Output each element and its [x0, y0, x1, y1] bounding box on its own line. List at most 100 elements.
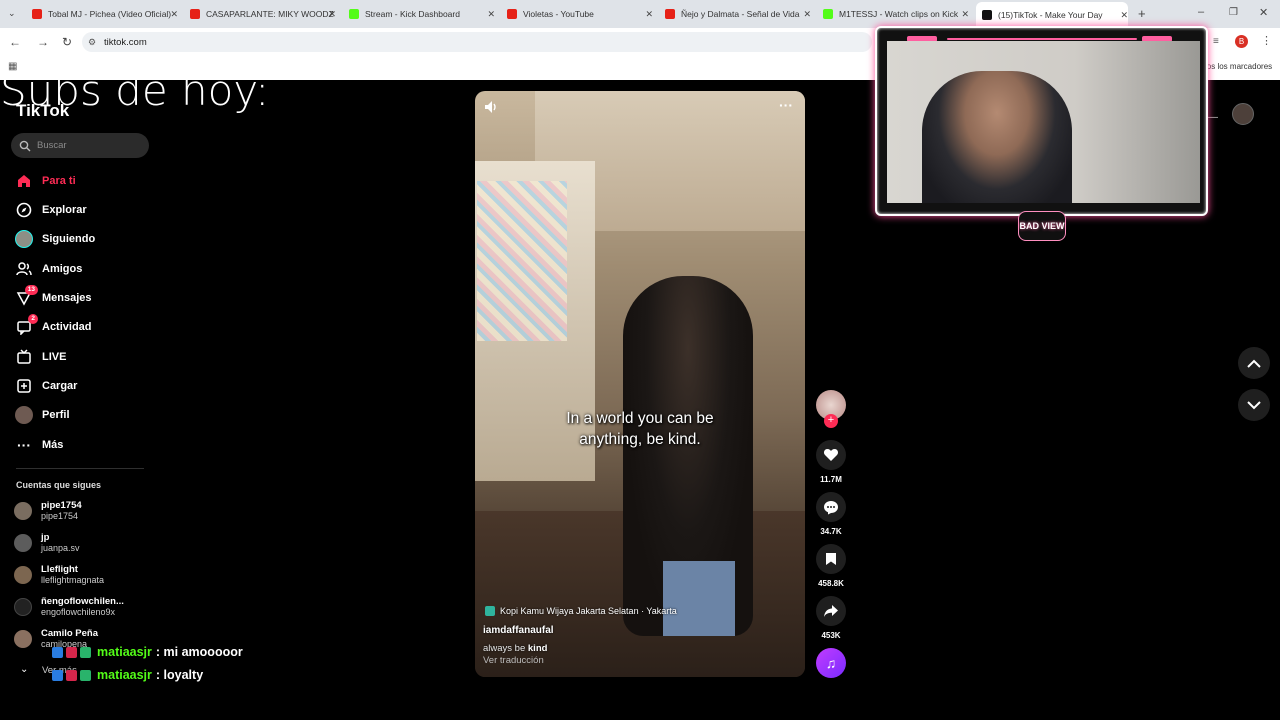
maximize-icon[interactable]: ❐ [1229, 7, 1238, 18]
avatar [14, 566, 32, 584]
video-frame [663, 561, 735, 636]
reload-icon[interactable]: ↻ [57, 35, 77, 49]
chevron-up-icon [1247, 359, 1261, 368]
messages-icon: 13 [14, 285, 38, 308]
browser-tab[interactable]: Stream - Kick Dashboard ✕ [349, 4, 495, 24]
browser-tab[interactable]: Ñejo y Dalmata - Señal de Vida ✕ [665, 4, 811, 24]
avatar [14, 630, 32, 648]
nav-item-mas[interactable]: ··· Más [14, 434, 63, 456]
toolbar-right: ≡ B ⋮ los los marcadores [1205, 28, 1280, 80]
nav-item-perfil[interactable]: Perfil [14, 404, 70, 426]
close-tab-icon[interactable]: ✕ [803, 9, 811, 20]
browser-tab[interactable]: CASAPARLANTE: MIKY WOODZ ✕ [190, 4, 336, 24]
location-tag[interactable]: Kopi Kamu Wijaya Jakarta Selatan · Yakar… [485, 606, 677, 616]
close-window-icon[interactable]: ✕ [1259, 6, 1268, 19]
tab-search-icon[interactable]: ⌄ [8, 8, 16, 19]
nav-item-siguiendo[interactable]: Siguiendo [14, 228, 95, 250]
chevron-down-icon [1247, 400, 1261, 409]
save-button[interactable]: 458.8K [816, 544, 846, 588]
nav-item-live[interactable]: LIVE [14, 346, 66, 368]
site-info-icon[interactable]: ⚙ [88, 37, 96, 48]
webcam-person [922, 71, 1072, 203]
kick-icon [823, 9, 833, 19]
frame-decoration [947, 38, 1137, 40]
youtube-icon [665, 9, 675, 19]
nav-item-explorar[interactable]: Explorar [14, 199, 87, 221]
following-account[interactable]: ñengoflowchilen... engoflowchileno9x [14, 596, 124, 618]
youtube-icon [507, 9, 517, 19]
avatar [14, 534, 32, 552]
account-handle: engoflowchileno9x [41, 607, 116, 617]
badge-icon [52, 646, 63, 658]
notification-badge: 2 [28, 314, 38, 324]
previous-video-button[interactable] [1238, 347, 1270, 379]
hashtag-text[interactable]: kind [528, 643, 548, 654]
next-video-button[interactable] [1238, 389, 1270, 421]
close-tab-icon[interactable]: ✕ [170, 9, 178, 20]
nav-label: Explorar [42, 204, 87, 216]
browser-menu-icon[interactable]: ⋮ [1261, 34, 1272, 47]
tab-media-icon[interactable]: ≡ [1213, 36, 1219, 47]
avatar [14, 598, 32, 616]
search-placeholder: Buscar [37, 140, 67, 151]
close-tab-icon[interactable]: ✕ [328, 9, 336, 20]
browser-tab-bar: ⌄ Tobal MJ - Pichea (Video Oficial) ✕ CAS… [0, 0, 1280, 28]
comment-count: 34.7K [820, 527, 842, 536]
close-tab-icon[interactable]: ✕ [645, 9, 653, 20]
close-tab-icon[interactable]: ✕ [961, 9, 969, 20]
nav-label: Siguiendo [42, 233, 96, 245]
nav-item-para-ti[interactable]: Para ti [14, 170, 76, 192]
nav-item-cargar[interactable]: Cargar [14, 375, 77, 397]
close-tab-icon[interactable]: ✕ [1120, 10, 1128, 21]
nav-item-amigos[interactable]: Amigos [14, 258, 82, 280]
author-avatar[interactable]: + [816, 390, 846, 428]
profile-avatar[interactable]: B [1235, 35, 1248, 48]
like-button[interactable]: 11.7M [816, 440, 846, 484]
chat-username: matiaasjr [97, 645, 152, 659]
share-button[interactable]: 453K [816, 596, 846, 640]
nav-item-actividad[interactable]: 2 Actividad [14, 314, 92, 338]
following-section-title: Cuentas que sigues [16, 480, 102, 490]
all-bookmarks-label[interactable]: los los marcadores [1205, 62, 1272, 71]
heart-icon [816, 440, 846, 470]
nav-item-mensajes[interactable]: 13 Mensajes [14, 285, 92, 309]
webcam-video [887, 41, 1200, 203]
comment-icon [816, 492, 846, 522]
search-input[interactable]: Buscar [11, 133, 149, 158]
browser-tab-active[interactable]: (15)TikTok - Make Your Day ✕ [976, 2, 1128, 28]
tiktok-icon [982, 10, 992, 20]
search-icon [19, 140, 31, 151]
translate-link[interactable]: Ver traducción [483, 655, 544, 666]
sub-badge-icon [80, 646, 91, 658]
following-account[interactable]: Lleflight lleflightmagnata [14, 564, 104, 586]
close-tab-icon[interactable]: ✕ [487, 9, 495, 20]
video-player[interactable]: In a world you can be anything, be kind.… [475, 91, 805, 677]
new-tab-icon[interactable]: + [1138, 6, 1146, 21]
tab-title: CASAPARLANTE: MIKY WOODZ [206, 9, 334, 19]
comment-button[interactable]: 34.7K [816, 492, 846, 536]
heart-badge-icon [66, 669, 77, 681]
address-bar[interactable]: ⚙ tiktok.com [82, 32, 872, 52]
browser-tab[interactable]: Tobal MJ - Pichea (Video Oficial) ✕ [32, 4, 178, 24]
following-account[interactable]: pipe1754 pipe1754 [14, 500, 82, 522]
tab-title: Ñejo y Dalmata - Señal de Vida [681, 9, 800, 19]
browser-tab[interactable]: M1TESSJ - Watch clips on Kick ✕ [823, 4, 969, 24]
badge-icon [52, 669, 63, 681]
minimize-icon[interactable]: – [1198, 6, 1204, 18]
volume-icon[interactable] [484, 100, 500, 119]
video-author[interactable]: iamdaffanaufal [483, 625, 554, 636]
more-options-icon[interactable]: ··· [779, 97, 793, 113]
user-avatar[interactable] [1232, 103, 1254, 125]
chevron-down-icon[interactable]: ⌄ [20, 664, 28, 675]
url-text: tiktok.com [104, 36, 147, 48]
video-caption: In a world you can be anything, be kind. [566, 410, 714, 448]
following-account[interactable]: jp juanpa.sv [14, 532, 80, 554]
back-icon[interactable]: ← [5, 35, 25, 49]
browser-tab[interactable]: Violetas - YouTube ✕ [507, 4, 653, 24]
notification-badge: 13 [24, 285, 38, 295]
music-disc[interactable]: ♫ [816, 648, 846, 678]
forward-icon[interactable]: → [33, 35, 53, 49]
channel-logo: BAD VIEW [1018, 211, 1066, 241]
activity-icon: 2 [14, 314, 38, 337]
follow-plus-icon[interactable]: + [824, 414, 838, 428]
